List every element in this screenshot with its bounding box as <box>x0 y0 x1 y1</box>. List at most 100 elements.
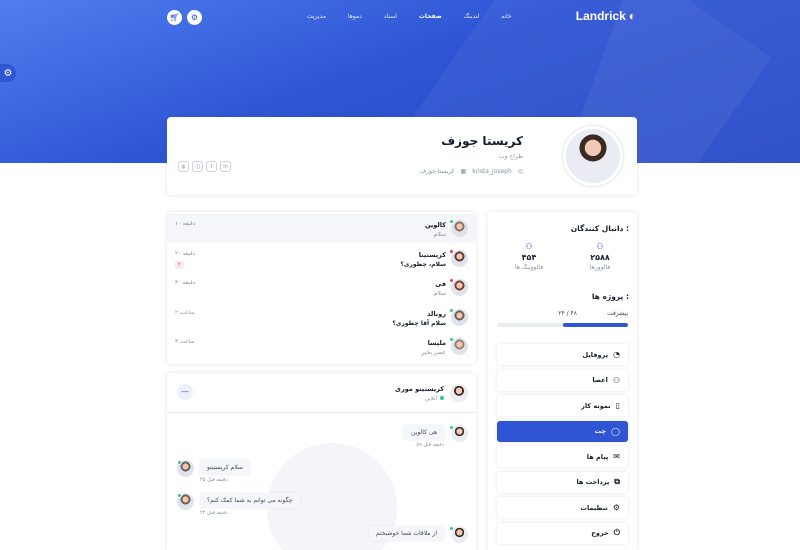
progress-bar <box>497 323 628 327</box>
user-plus-icon: ⚇ <box>596 242 604 251</box>
chat-header: کریستینو موری آنلاین — <box>167 373 476 413</box>
sidebar-item[interactable]: ◔ پروفایل <box>497 344 628 365</box>
conversation-time: ۲۰ دقیقه <box>175 250 196 257</box>
sidebar-item[interactable]: ✉ پیام ها <box>497 446 628 467</box>
logo[interactable]: Landrick ◐ <box>576 9 636 23</box>
cart-icon[interactable]: 🛒︎ <box>167 10 182 25</box>
logo-mark-icon: ◐ <box>628 9 636 23</box>
conversation-preview: سلام <box>433 290 446 297</box>
progress-value: ۲۴ / ۴۸ <box>558 310 577 317</box>
logo-text: Landrick <box>575 9 626 23</box>
header-actions: 🛒︎ ⚙ <box>167 10 202 25</box>
message-bubble: چگونه می توانم به شما کمک کنم؟ <box>200 493 300 508</box>
status-dot <box>177 493 182 498</box>
menu-item[interactable]: مدیریت <box>296 13 337 20</box>
sidebar-item[interactable]: ⚙ تنظیمات <box>497 497 628 518</box>
conversation-time: ۳۰ دقیقه <box>175 280 196 286</box>
status-dot <box>449 425 454 430</box>
followers-stat: ⚇ ۲۵۸۸ فالوورها <box>570 242 630 271</box>
chat-message: سلام کریستینو ۴۵ دقیقه قبل <box>167 460 476 484</box>
profile-display-name: کریستا جوزف <box>419 168 455 175</box>
sidebar-item[interactable]: ▯ نمونه کار <box>497 395 628 416</box>
sidebar-item[interactable]: ⧉ پرداخت ها <box>497 471 628 493</box>
profile-name: کریستا جوزف <box>441 134 523 148</box>
progress-label: پیشرفت <box>607 310 628 317</box>
inbox-icon: ✉ <box>613 452 620 461</box>
user-icon: ◎ <box>517 168 523 175</box>
conversation-time: ۲ ساعت <box>175 309 195 316</box>
conversation-item[interactable]: کریستینا سلام، چطوری؟ ۲۰ دقیقه ۲ <box>167 244 476 273</box>
conversation-item[interactable]: رونالد سلام آقا چطوری؟ ۲ ساعت <box>167 303 476 332</box>
projects-title: پروژه ها : <box>591 292 629 301</box>
status-dot <box>177 460 182 465</box>
menu-item[interactable]: صفحات <box>408 13 453 20</box>
minus-icon[interactable]: — <box>177 384 193 400</box>
status-dot <box>449 248 454 254</box>
profile-sidebar: دانبال کنندگان : ⚇ ۲۵۸۸ فالوورها ⚇ ۴۵۴ ف… <box>488 212 637 550</box>
conversation-list: کالوین سلام ۱۰ دقیقه کریستینا سلام، چطوری؟ ۲۰… <box>167 212 476 364</box>
followers-label: فالوورها <box>589 264 611 271</box>
status-dot <box>449 307 454 313</box>
chat-window: کریستینو موری آنلاین — هی کالوین ۵۹ دقیقه… <box>167 373 476 550</box>
status-dot <box>449 219 454 224</box>
conversation-name: ملیسا <box>427 339 446 347</box>
conversation-preview: سلام، چطوری؟ <box>400 260 446 268</box>
chat-message: از ملاقات شما خوشبختم <box>167 526 476 550</box>
message-bubble: از ملاقات شما خوشبختم <box>368 526 444 541</box>
profile-username[interactable]: krista_joseph <box>472 168 512 175</box>
building-icon: ▦ <box>460 168 467 175</box>
message-time: ۴۵ دقیقه قبل <box>200 477 228 483</box>
conversation-name: کالوین <box>424 221 446 229</box>
sidebar-item[interactable]: ⚇ اعضا <box>497 369 628 391</box>
following-stat: ⚇ ۴۵۴ فالووینگ ها <box>499 242 559 271</box>
conversation-item[interactable]: فی سلام ۳۰ دقیقه <box>167 273 476 302</box>
file-icon: ▯ <box>615 401 620 410</box>
following-count: ۴۵۴ <box>521 253 537 262</box>
sidebar-item-label: چت <box>594 427 607 435</box>
message-bubble: هی کالوین <box>404 425 444 440</box>
following-label: فالووینگ ها <box>514 264 544 271</box>
conversation-name: کریستینا <box>418 250 446 259</box>
conversation-item[interactable]: کالوین سلام ۱۰ دقیقه <box>167 214 476 243</box>
facebook-icon[interactable]: f <box>206 161 217 172</box>
sidebar-item-label: پروفایل <box>582 350 609 359</box>
status-dot <box>449 526 454 531</box>
sidebar-item[interactable]: ⏻ خروج <box>497 522 628 544</box>
settings-icon: ⚙ <box>612 503 620 512</box>
profile-meta: ◎ krista_joseph ▦ کریستا جوزف <box>420 168 523 175</box>
status-dot <box>449 337 454 342</box>
progress-fill <box>562 323 628 327</box>
gear-icon[interactable]: ⚙ <box>187 10 202 25</box>
logout-icon: ⏻ <box>613 528 620 537</box>
profile-avatar <box>563 126 623 186</box>
menu-item[interactable]: خانه <box>490 13 522 20</box>
linkedin-icon[interactable]: in <box>220 161 231 172</box>
sidebar-item-label: خروج <box>591 529 609 537</box>
top-navbar: Landrick ◐ خانه لندینگ صفحات اسناد دموها مدیر… <box>0 0 800 34</box>
social-links: ◍ ◫ f in <box>178 161 231 172</box>
unread-badge: ۲ <box>175 260 184 269</box>
chat-icon: ◯ <box>611 426 620 436</box>
conversation-name: رونالد <box>427 309 446 318</box>
instagram-icon[interactable]: ◫ <box>192 161 203 172</box>
conversation-preview: سلام آقا چطوری؟ <box>392 319 446 327</box>
conversation-name: فی <box>435 280 446 288</box>
conversation-item[interactable]: ملیسا عصر بخیر ۳ ساعت <box>167 332 476 361</box>
sidebar-item-label: پیام ها <box>586 452 609 461</box>
followers-title: دانبال کنندگان : <box>570 224 629 233</box>
dribbble-icon[interactable]: ◍ <box>178 161 189 172</box>
transactions-icon: ⧉ <box>614 477 620 486</box>
conversation-time: ۱۰ دقیقه <box>175 221 196 227</box>
conversation-preview: عصر بخیر <box>421 349 446 356</box>
menu-item[interactable]: دموها <box>337 13 373 20</box>
sidebar-item[interactable]: ◯ چت <box>497 420 628 442</box>
menu-item[interactable]: لندینگ <box>453 13 491 20</box>
profile-card: کریستا جوزف طراح وب ◎ krista_joseph ▦ کر… <box>167 117 637 195</box>
users-icon: ⚇ <box>612 375 620 385</box>
message-time: ۵۹ دقیقه قبل <box>416 442 444 448</box>
sidebar-item-label: نمونه کار <box>581 401 611 410</box>
dashboard-icon: ◔ <box>613 350 620 359</box>
menu-item[interactable]: اسناد <box>373 13 408 20</box>
conversation-time: ۳ ساعت <box>175 339 195 345</box>
sidebar-item-label: پرداخت ها <box>576 478 610 486</box>
